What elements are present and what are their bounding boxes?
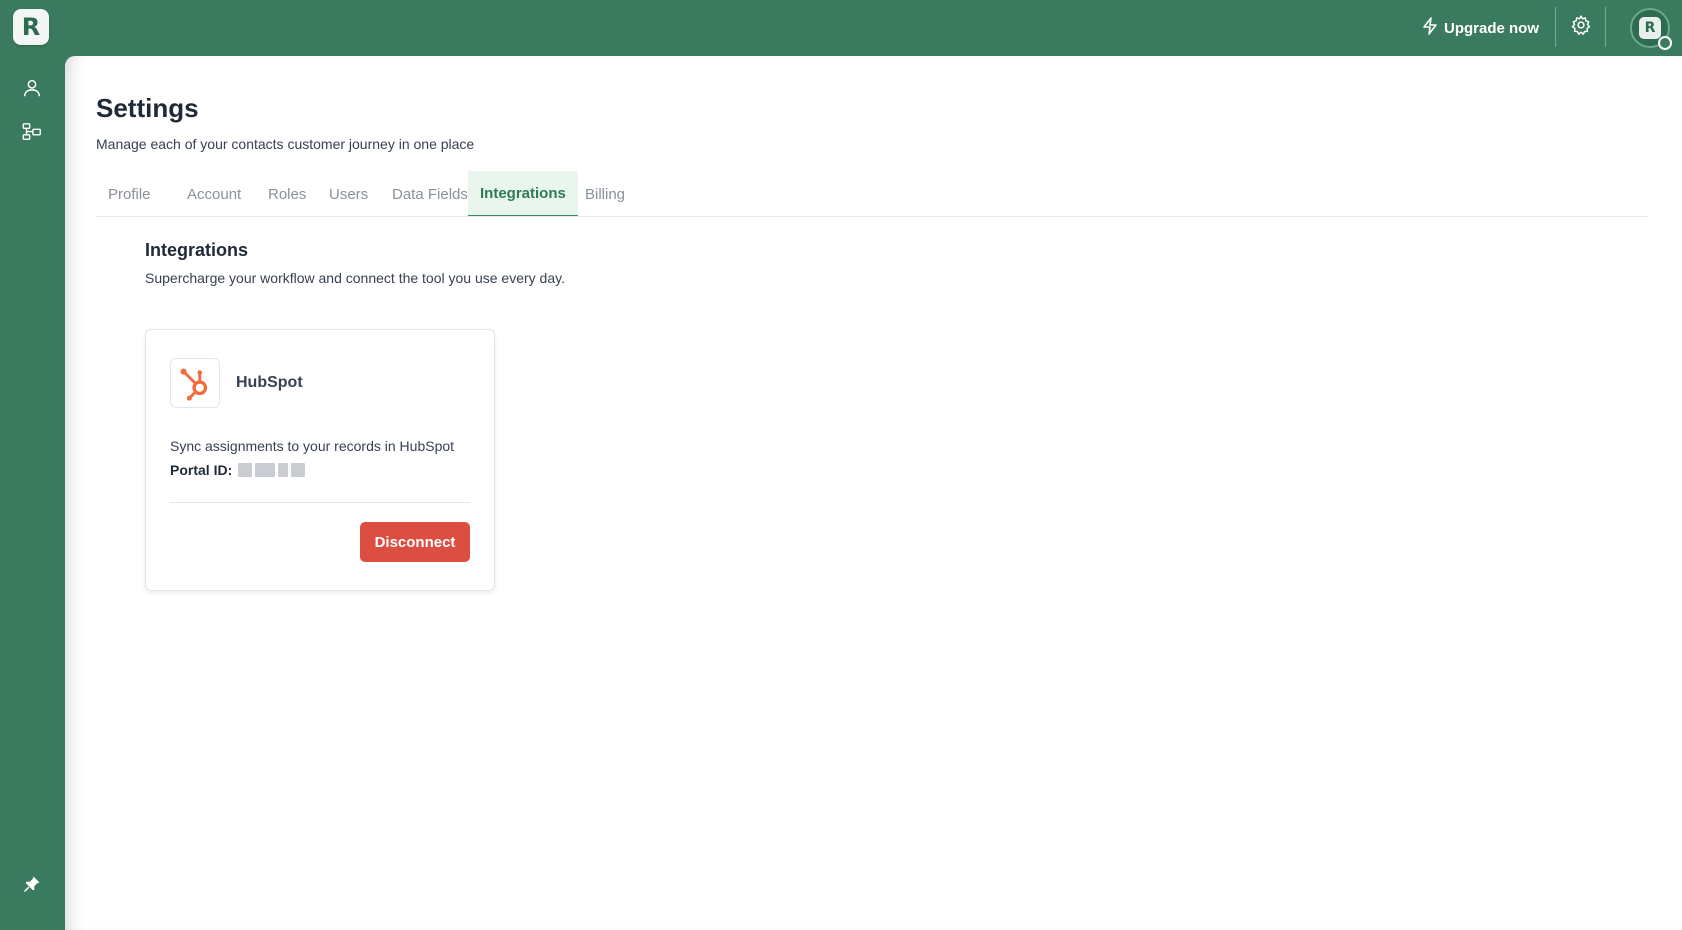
settings-button[interactable]	[1568, 14, 1594, 40]
user-icon	[21, 77, 43, 104]
section-subtitle: Supercharge your workflow and connect th…	[145, 270, 565, 286]
sidebar-item-assignments[interactable]	[20, 122, 44, 146]
org-chart-icon	[21, 121, 43, 148]
hubspot-icon	[180, 368, 208, 401]
avatar-letter: R	[1639, 17, 1661, 39]
upgrade-now-button[interactable]: Upgrade now	[1422, 14, 1539, 42]
tabs-divider	[96, 216, 1648, 217]
top-bar: R Upgrade now R	[0, 0, 1682, 56]
topbar-divider	[1605, 7, 1606, 47]
tab-profile[interactable]: Profile	[96, 171, 163, 217]
tab-billing[interactable]: Billing	[573, 171, 637, 217]
page-subtitle: Manage each of your contacts customer jo…	[96, 136, 475, 152]
pin-sidebar-button[interactable]	[20, 874, 44, 898]
app-logo[interactable]: R	[13, 9, 49, 45]
tab-data-fields[interactable]: Data Fields	[380, 171, 480, 217]
tab-integrations[interactable]: Integrations	[468, 171, 578, 217]
hubspot-logo	[170, 358, 220, 408]
upgrade-now-label: Upgrade now	[1444, 19, 1540, 37]
integration-card: HubSpot Sync assignments to your records…	[145, 329, 495, 591]
tab-roles[interactable]: Roles	[256, 171, 318, 217]
disconnect-button[interactable]: Disconnect	[360, 522, 470, 562]
page-title: Settings	[96, 93, 199, 123]
tab-account[interactable]: Account	[175, 171, 253, 217]
card-divider	[170, 502, 470, 503]
tab-users[interactable]: Users	[317, 171, 380, 217]
app-logo-letter: R	[21, 13, 41, 41]
sidebar-item-contacts[interactable]	[20, 78, 44, 102]
integration-name: HubSpot	[236, 374, 303, 391]
lightning-icon	[1422, 17, 1438, 39]
user-avatar[interactable]: R	[1630, 8, 1672, 50]
portal-id-label: Portal ID:	[170, 462, 233, 478]
section-title: Integrations	[145, 240, 249, 260]
main-panel: Settings Manage each of your contacts cu…	[65, 56, 1682, 930]
portal-id-row: Portal ID:	[170, 462, 306, 478]
pin-icon	[23, 875, 41, 898]
integration-description: Sync assignments to your records in HubS…	[170, 438, 455, 454]
topbar-divider	[1555, 7, 1556, 47]
portal-id-value-redacted	[238, 463, 306, 477]
gear-icon	[1570, 14, 1592, 41]
status-indicator	[1658, 36, 1672, 50]
